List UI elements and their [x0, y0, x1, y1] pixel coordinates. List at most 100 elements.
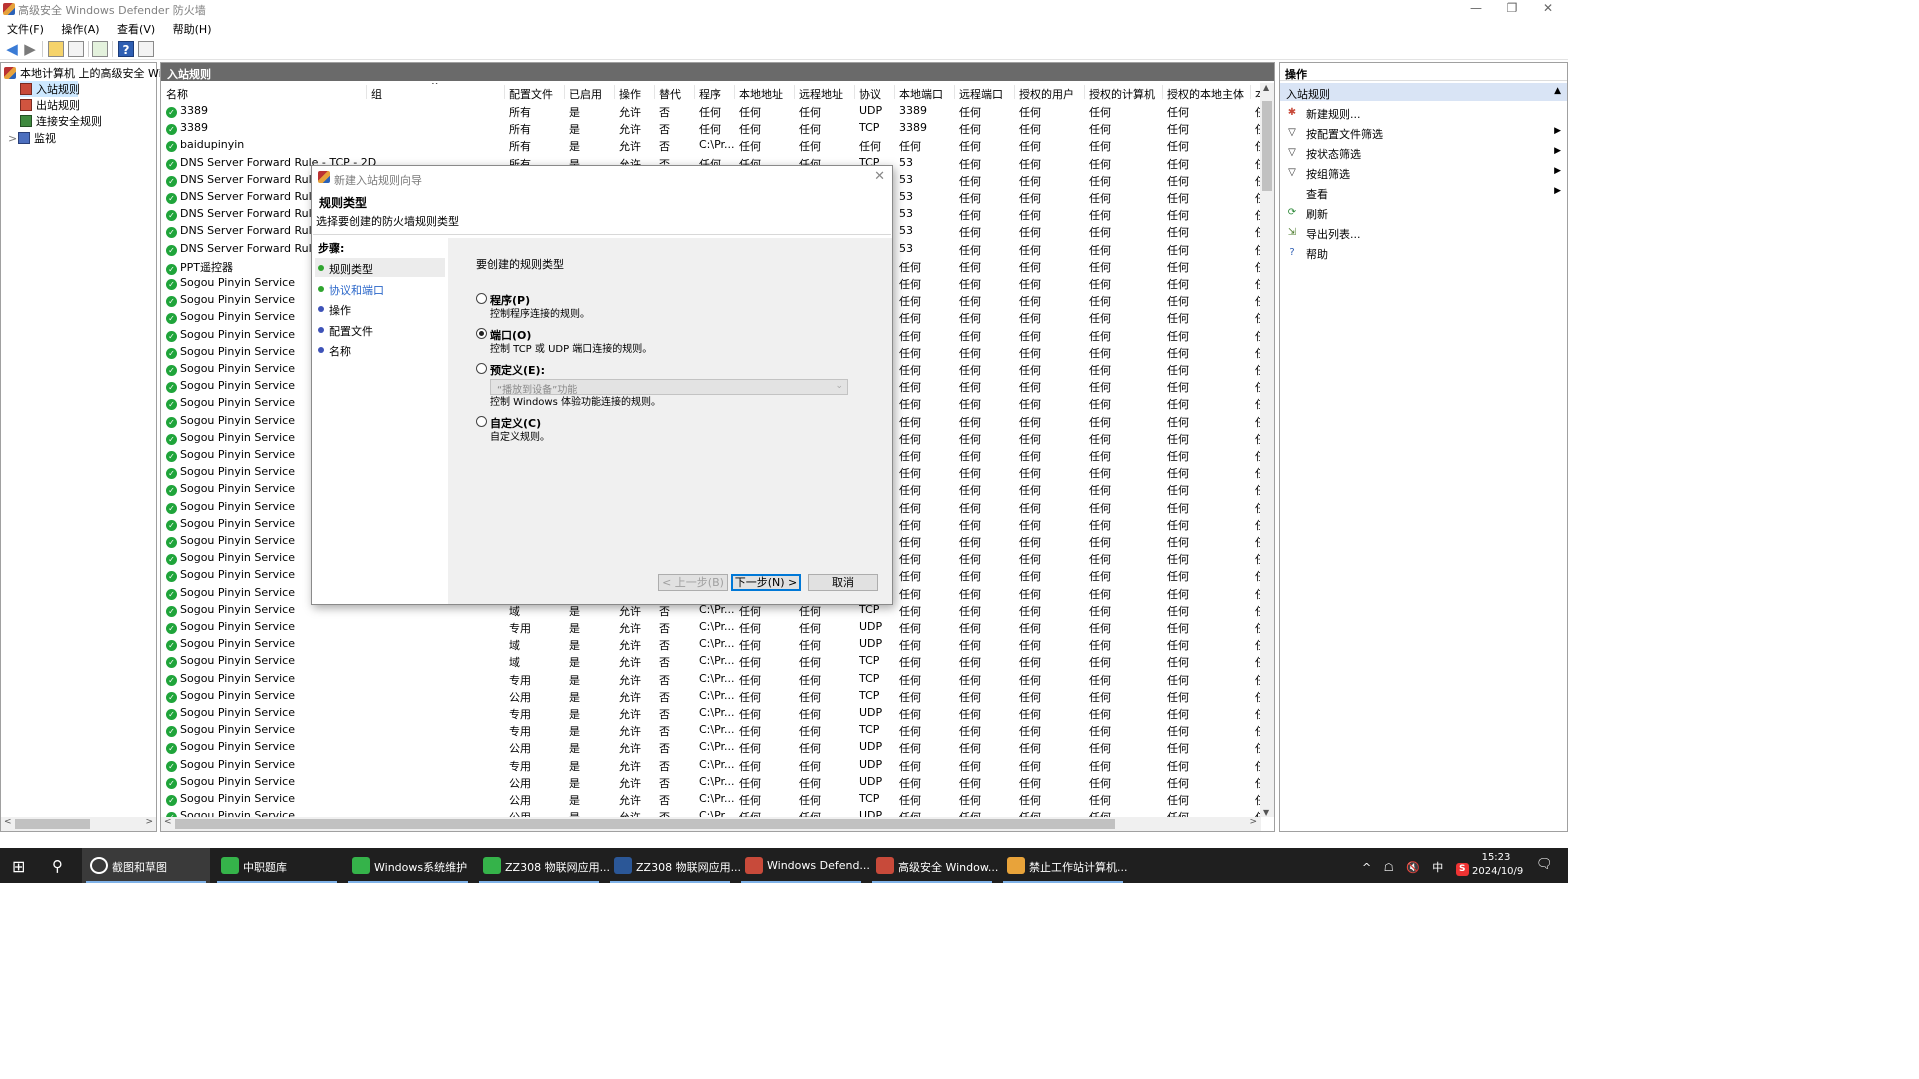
tree-horizontal-scrollbar[interactable]: < > [1, 817, 156, 831]
tree-item-connection-security[interactable]: 连接安全规则 [20, 113, 102, 129]
rule-type-radio[interactable] [476, 416, 487, 427]
taskbar-app-button[interactable]: Windows系统维护 [344, 848, 472, 883]
rules-horizontal-scrollbar[interactable]: < > [161, 817, 1261, 831]
taskbar-app-button[interactable]: 高级安全 Window... [868, 848, 998, 883]
table-row[interactable]: ✓ Sogou Pinyin Service 专用 是 允许 否 C:\Pr... 任何 任何 U… [161, 756, 1261, 773]
table-row[interactable]: ✓Sogou Pinyin Service 公用 是 允许 否 C:\Pr... 任何 任何 U… [161, 738, 1261, 755]
table-row[interactable]: ✓Sogou Pinyin Service 公用 是 允许 否 C:\Pr... 任何 任何 U… [161, 773, 1261, 790]
column-header[interactable]: 授权的本地主体 [1167, 86, 1244, 102]
wizard-close-button[interactable]: ✕ [874, 169, 885, 184]
action-item[interactable]: 查看 ▶ [1280, 183, 1567, 203]
rules-vertical-thumb[interactable] [1262, 101, 1272, 191]
table-row[interactable]: ✓ baidupinyin 所有 是 允许 否 C:\Pr... 任何 任何 任何 任何 任何 任何 任何… [161, 136, 1261, 153]
next-button[interactable]: 下一步(N) > [731, 574, 801, 591]
tree-item-inbound-rules[interactable]: 入站规则 [20, 81, 80, 97]
rules-horizontal-thumb[interactable] [175, 819, 1115, 829]
table-row[interactable]: ✓Sogou Pinyin Service 公用 是 允许 否 C:\Pr... 任何 任何 U… [161, 807, 1261, 817]
scroll-left-icon[interactable]: < [164, 817, 172, 827]
rule-type-radio[interactable] [476, 293, 487, 304]
forward-arrow-icon[interactable]: ▶ [22, 41, 38, 57]
action-pane-icon[interactable] [138, 41, 154, 57]
taskbar-app-button[interactable]: ZZ308 物联网应用... [475, 848, 610, 883]
table-cell: 任何 [899, 536, 921, 549]
close-button[interactable]: ✕ [1530, 0, 1566, 18]
network-icon[interactable]: ☖ [1384, 861, 1394, 874]
taskbar-app-button[interactable]: 截图和草图 [82, 848, 210, 883]
collapse-icon[interactable]: ▲ [1554, 86, 1561, 96]
table-row[interactable]: ✓ Sogou Pinyin Service 专用 是 允许 否 C:\Pr... 任何 任何 U… [161, 618, 1261, 635]
action-item[interactable]: ▽ 按组筛选 ▶ [1280, 163, 1567, 183]
export-list-icon[interactable] [92, 41, 108, 57]
table-row[interactable]: ✓ Sogou Pinyin Service 公用 是 允许 否 C:\Pr... 任何 任何 T… [161, 687, 1261, 704]
rule-type-label[interactable]: 预定义(E): [490, 362, 545, 378]
column-header[interactable]: 配置文件 [509, 86, 553, 102]
action-item[interactable]: ? 帮助 [1280, 243, 1567, 263]
column-header[interactable]: 远程端口 [959, 86, 1003, 102]
tree-scroll-thumb[interactable] [15, 819, 90, 829]
column-header[interactable]: 组 [371, 86, 382, 102]
show-hide-tree-icon[interactable] [68, 41, 84, 57]
column-header[interactable]: 授权的计算机 [1089, 86, 1155, 102]
taskbar-app-button[interactable]: 禁止工作站计算机... [999, 848, 1128, 883]
taskbar-app-button[interactable]: Windows Defend... [737, 848, 870, 883]
scroll-down-icon[interactable]: ▼ [1263, 808, 1269, 817]
column-header[interactable]: 本地端口 [899, 86, 943, 102]
action-item[interactable]: ▽ 按状态筛选 ▶ [1280, 143, 1567, 163]
sogou-ime-icon[interactable]: S [1455, 863, 1469, 876]
scroll-right-icon[interactable]: > [1249, 817, 1257, 827]
volume-icon[interactable]: 🔇 [1406, 861, 1420, 874]
table-row[interactable]: ✓3389所有是允许否任何任何任何UDP3389任何任何任何任何任 [161, 102, 1261, 119]
column-header[interactable]: 远程地址 [799, 86, 843, 102]
cancel-button[interactable]: 取消 [808, 574, 878, 591]
table-cell: 任何 [959, 518, 981, 532]
column-header[interactable]: 授权的用户 [1019, 86, 1074, 102]
rules-vertical-scrollbar[interactable]: ▲ ▼ [1260, 83, 1274, 817]
taskbar-app-button[interactable]: 中职题库 [213, 848, 341, 883]
column-header[interactable]: 本地地址 [739, 86, 783, 102]
menu-view[interactable]: 查看(V) [110, 19, 162, 37]
column-header[interactable]: 协议 [859, 86, 881, 102]
table-row[interactable]: ✓ Sogou Pinyin Service 专用 是 允许 否 C:\Pr... 任何 任何 T… [161, 721, 1261, 738]
start-button[interactable]: ⊞ [0, 848, 40, 883]
table-row[interactable]: ✓ Sogou Pinyin Service 域 是 允许 否 C:\Pr... 任何 任何 UD… [161, 635, 1261, 652]
action-item[interactable]: ▽ 按配置文件筛选 ▶ [1280, 123, 1567, 143]
column-header[interactable]: 已启用 [569, 86, 602, 102]
up-folder-icon[interactable] [48, 41, 64, 57]
scroll-up-icon[interactable]: ▲ [1263, 83, 1269, 92]
menu-help[interactable]: 帮助(H) [166, 19, 219, 37]
action-item[interactable]: ⟳ 刷新 [1280, 203, 1567, 223]
column-header[interactable]: 替代 [659, 86, 681, 102]
menu-action[interactable]: 操作(A) [54, 19, 106, 37]
rule-type-radio[interactable] [476, 363, 487, 374]
column-header[interactable]: 程序 [699, 86, 721, 102]
table-row[interactable]: ✓ Sogou Pinyin Service 专用 是 允许 否 C:\Pr... 任何 任何 U… [161, 704, 1261, 721]
table-row[interactable]: ✓ Sogou Pinyin Service 专用 是 允许 否 C:\Pr... 任何 任何 T… [161, 670, 1261, 687]
tray-overflow-icon[interactable]: ^ [1362, 861, 1371, 874]
action-item[interactable]: ⇲ 导出列表... [1280, 223, 1567, 243]
clock[interactable]: 15:23 2024/10/9 [1472, 851, 1523, 879]
notification-icon[interactable]: 🗨 [1536, 857, 1553, 872]
maximize-button[interactable]: ❐ [1494, 0, 1530, 18]
column-header[interactable]: 名称 [166, 86, 188, 102]
taskbar-app-button[interactable]: ZZ308 物联网应用... [606, 848, 741, 883]
minimize-button[interactable]: — [1458, 0, 1494, 18]
tree-item-outbound-rules[interactable]: 出站规则 [20, 97, 80, 113]
menu-file[interactable]: 文件(F) [0, 19, 51, 37]
search-button[interactable]: ⚲ [40, 848, 80, 883]
table-row[interactable]: ✓3389所有是允许否任何任何任何TCP3389任何任何任何任何任 [161, 119, 1261, 136]
column-header[interactable]: 操作 [619, 86, 641, 102]
table-row[interactable]: ✓ Sogou Pinyin Service 公用 是 允许 否 C:\Pr... 任何 任何 T… [161, 790, 1261, 807]
actions-section-inbound[interactable]: 入站规则 ▲ [1280, 83, 1567, 101]
table-row[interactable]: ✓ Sogou Pinyin Service 域 是 允许 否 C:\Pr... 任何 任何 TC… [161, 652, 1261, 669]
action-item[interactable]: ✱ 新建规则... [1280, 103, 1567, 123]
back-arrow-icon[interactable]: ◀ [4, 41, 20, 57]
input-method-icon[interactable]: 中 [1432, 861, 1443, 874]
rule-type-radio[interactable] [476, 328, 487, 339]
expand-chevron-icon[interactable]: > [8, 132, 18, 145]
step-label: 操作 [329, 304, 351, 317]
wizard-step[interactable]: 协议和端口 [315, 279, 445, 298]
scroll-left-icon[interactable]: < [4, 817, 12, 827]
tree-item-monitoring[interactable]: > 监视 [8, 130, 56, 146]
scroll-right-icon[interactable]: > [145, 817, 153, 827]
help-icon[interactable]: ? [118, 41, 134, 57]
